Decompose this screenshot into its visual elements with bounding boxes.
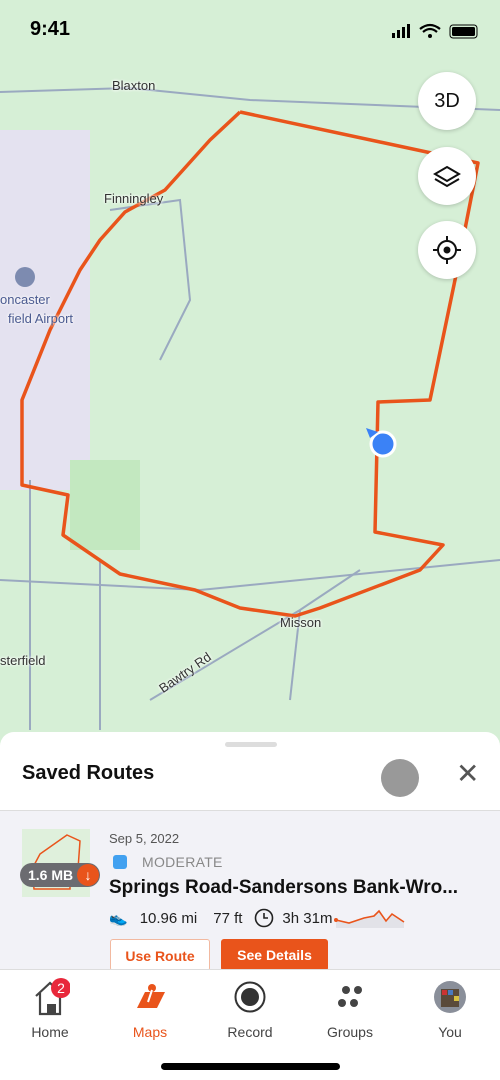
field	[70, 460, 140, 550]
airport-icon	[15, 267, 35, 287]
close-button[interactable]: ✕	[456, 759, 479, 789]
home-icon: 2	[35, 978, 70, 1016]
locate-icon	[433, 236, 461, 264]
airport-area	[0, 130, 90, 490]
shoe-icon: 👟	[109, 910, 128, 927]
clock: 9:41	[30, 18, 71, 40]
route-date: Sep 5, 2022	[109, 831, 180, 846]
drag-handle[interactable]	[225, 742, 277, 747]
route-card[interactable]: 1.6 MB ↓ Sep 5, 2022 MODERATE Springs Roa…	[0, 810, 500, 972]
difficulty-label: MODERATE	[142, 854, 223, 870]
route-name: Springs Road-Sandersons Bank-Wro...	[109, 877, 459, 898]
map-label: field Airport	[8, 311, 74, 326]
use-route-button[interactable]: Use Route	[110, 939, 210, 971]
layers-icon	[433, 165, 461, 188]
download-size-badge[interactable]: 1.6 MB ↓	[20, 863, 100, 887]
tab-maps[interactable]: Maps	[100, 978, 200, 1040]
notification-badge: 2	[57, 980, 65, 996]
elevation: 77 ft	[213, 909, 243, 927]
difficulty: MODERATE	[113, 854, 223, 870]
difficulty-icon	[113, 855, 127, 869]
tab-label: Maps	[132, 1024, 168, 1040]
groups-icon	[338, 986, 362, 1007]
home-indicator	[161, 1063, 340, 1070]
tab-you[interactable]: You	[400, 978, 500, 1040]
tab-home[interactable]: 2 Home	[0, 978, 100, 1040]
tab-label: Groups	[327, 1024, 373, 1040]
map[interactable]: Blaxton Finningley oncaster field Airpor…	[0, 0, 500, 760]
see-details-button[interactable]: See Details	[221, 939, 328, 971]
layers-button[interactable]	[418, 147, 476, 205]
sheet-title: Saved Routes	[22, 762, 155, 784]
map-label: oncaster	[0, 292, 50, 307]
tab-record[interactable]: Record	[200, 978, 300, 1040]
maps-icon	[137, 984, 165, 1008]
download-icon: ↓	[77, 864, 99, 886]
duration: 3h 31m	[282, 909, 333, 927]
map-label: Misson	[280, 615, 322, 630]
distance: 10.96 mi	[139, 909, 198, 927]
clock-icon	[255, 908, 274, 928]
tab-groups[interactable]: Groups	[300, 978, 400, 1040]
record-icon	[234, 981, 266, 1013]
tab-label: Record	[227, 1024, 273, 1040]
map-label: Finningley	[104, 191, 164, 206]
elevation-profile	[334, 909, 405, 928]
status-bar: 9:41	[0, 0, 500, 60]
current-location-dot	[369, 430, 397, 458]
status-icons	[392, 23, 478, 39]
3d-button[interactable]: 3D	[418, 72, 476, 130]
tab-label: You	[438, 1024, 462, 1040]
map-label: sterfield	[0, 653, 46, 668]
avatar	[434, 981, 466, 1013]
tab-label: Home	[31, 1024, 69, 1040]
saved-routes-sheet: Saved Routes ✕ 1.6 MB ↓ Sep 5, 2022 MODER…	[0, 732, 500, 972]
map-label: Blaxton	[112, 78, 156, 93]
size-label: 1.6 MB	[28, 867, 74, 883]
locate-button[interactable]	[418, 221, 476, 279]
loading-indicator	[381, 759, 419, 797]
route-stats: 👟 10.96 mi 77 ft 3h 31m	[109, 908, 406, 928]
